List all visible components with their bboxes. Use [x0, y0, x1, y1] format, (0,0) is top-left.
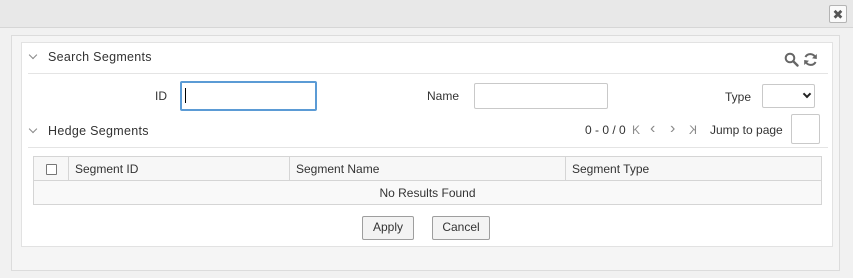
column-header-segment-type[interactable]: Segment Type: [565, 156, 822, 181]
close-icon: ✖: [832, 6, 844, 22]
empty-results-message: No Results Found: [33, 180, 822, 205]
section-divider: [28, 147, 828, 148]
apply-button[interactable]: Apply: [362, 216, 414, 240]
jump-to-page-input[interactable]: [791, 114, 820, 144]
table-header-row: Segment ID Segment Name Segment Type: [33, 156, 822, 181]
column-header-segment-id[interactable]: Segment ID: [68, 156, 290, 181]
hedge-section-title: Hedge Segments: [48, 124, 149, 138]
id-input[interactable]: [180, 81, 317, 111]
segments-panel: Search Segments ID Name Type Hedge Segme…: [11, 35, 840, 271]
chevron-down-icon: [802, 89, 812, 99]
first-page-icon[interactable]: K: [632, 123, 640, 137]
last-page-icon[interactable]: K: [689, 123, 697, 137]
close-button[interactable]: ✖: [829, 5, 847, 23]
results-table: Segment ID Segment Name Segment Type No …: [33, 156, 822, 205]
prev-page-icon[interactable]: ‹: [650, 120, 655, 138]
refresh-icon[interactable]: [803, 52, 818, 67]
select-all-header: [33, 156, 69, 181]
name-input[interactable]: [474, 83, 608, 109]
next-page-icon[interactable]: ›: [670, 120, 675, 138]
segments-container: Search Segments ID Name Type Hedge Segme…: [21, 42, 833, 247]
column-header-segment-name[interactable]: Segment Name: [289, 156, 566, 181]
id-label: ID: [155, 89, 167, 103]
type-select[interactable]: [762, 84, 815, 108]
section-divider: [28, 73, 828, 74]
search-section-title: Search Segments: [48, 50, 152, 64]
hedge-section-header[interactable]: Hedge Segments: [28, 122, 228, 140]
pager-range: 0 - 0 / 0: [585, 123, 626, 137]
dialog-titlebar: ✖: [0, 0, 853, 28]
dialog-body: Search Segments ID Name Type Hedge Segme…: [0, 28, 853, 278]
chevron-down-icon: [28, 124, 38, 134]
jump-to-page-label: Jump to page: [710, 123, 783, 137]
table-row: No Results Found: [33, 180, 822, 205]
type-label: Type: [725, 90, 752, 104]
cancel-button[interactable]: Cancel: [432, 216, 490, 240]
select-all-checkbox[interactable]: [45, 163, 57, 175]
chevron-down-icon: [28, 50, 38, 60]
search-icon[interactable]: [784, 52, 799, 67]
name-label: Name: [427, 89, 460, 103]
text-cursor: [185, 88, 186, 103]
search-section-header[interactable]: Search Segments: [28, 49, 828, 67]
